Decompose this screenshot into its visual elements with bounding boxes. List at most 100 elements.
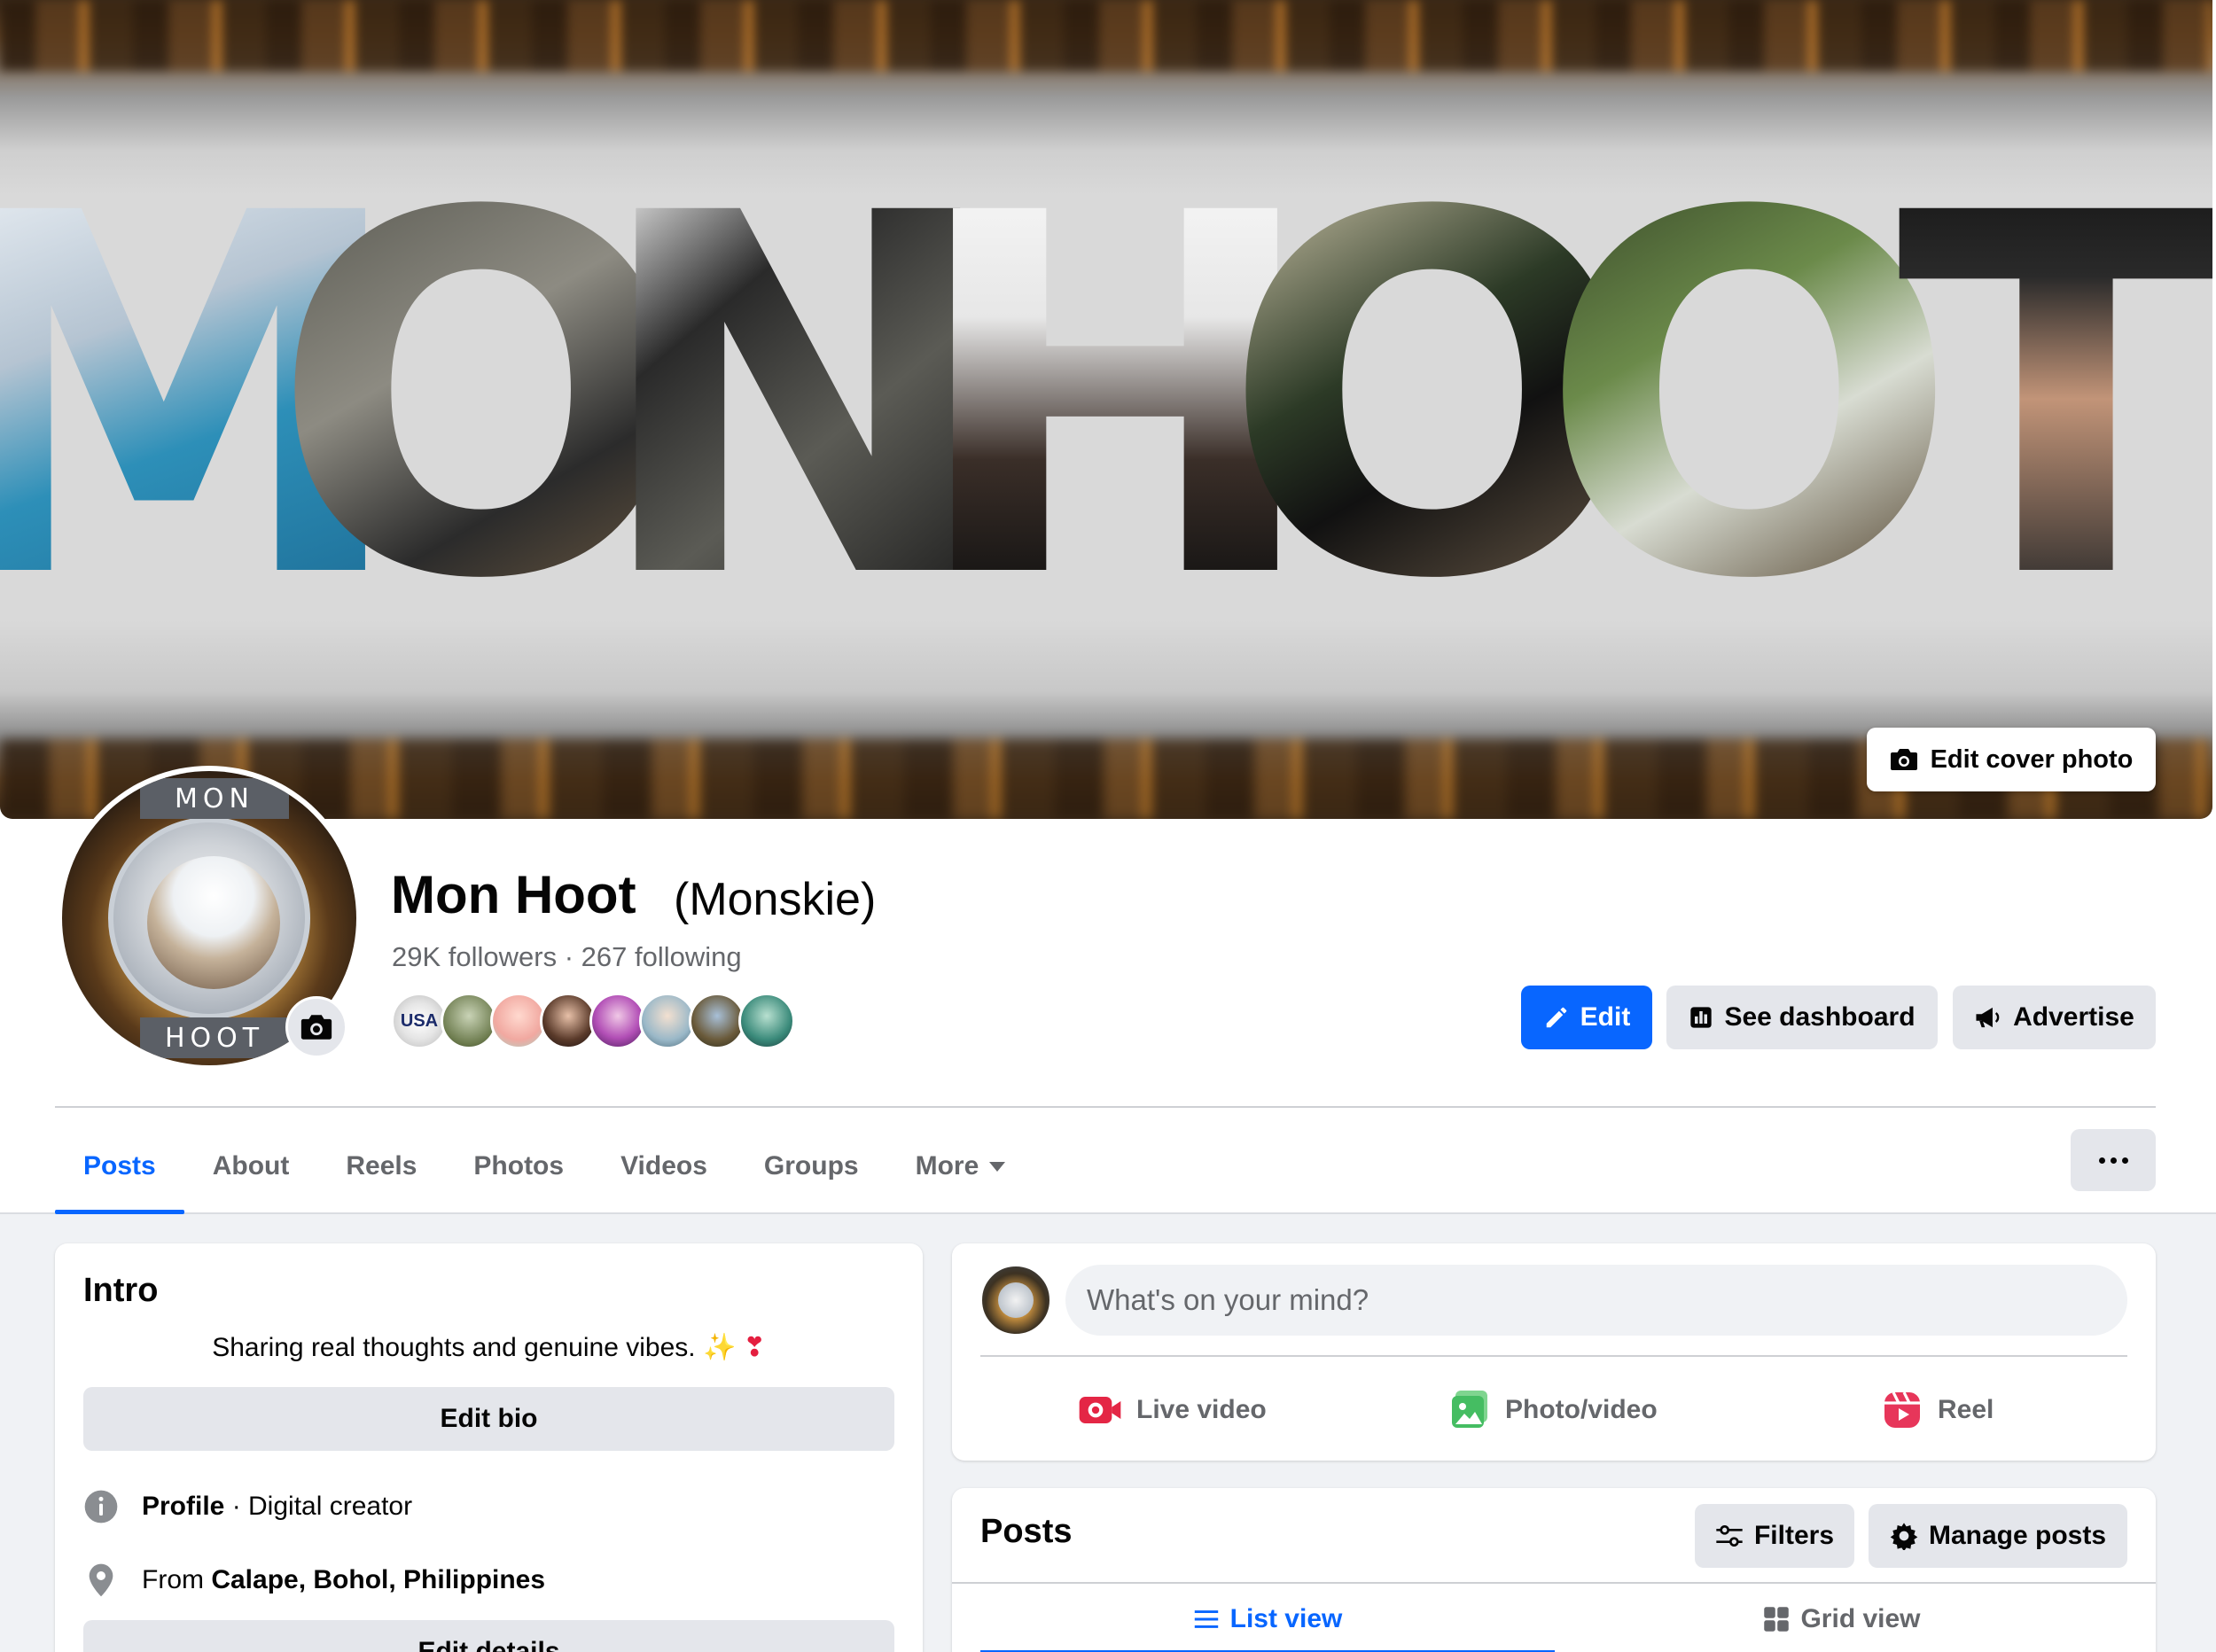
ellipsis-icon	[2121, 1157, 2128, 1164]
avatar-portrait	[147, 856, 280, 989]
cover-burn-edge-top	[0, 0, 2212, 71]
megaphone-icon	[1976, 1007, 2000, 1028]
see-dashboard-button[interactable]: See dashboard	[1666, 986, 1938, 1049]
intro-from-place[interactable]: Calape, Bohol, Philippines	[211, 1565, 545, 1594]
info-icon	[84, 1490, 118, 1523]
reel-icon	[1884, 1391, 1920, 1428]
follower-stats[interactable]: 29K followers · 267 following	[392, 939, 742, 975]
intro-profile-text: Profile · Digital creator	[142, 1492, 412, 1522]
tab-label: About	[212, 1151, 290, 1181]
avatar-band-top: MON	[140, 778, 289, 819]
live-video-button[interactable]: Live video	[1078, 1382, 1267, 1438]
photo-video-button[interactable]: Photo/video	[1448, 1382, 1658, 1438]
posts-card: Posts Filters Manage posts List view Gri…	[952, 1488, 2156, 1652]
list-icon	[1194, 1610, 1218, 1628]
tab-reels[interactable]: Reels	[317, 1118, 445, 1214]
profile-header: M O N H O O T Edit cover photo MON HOOT …	[0, 0, 2216, 1214]
filters-label: Filters	[1753, 1521, 1835, 1550]
gear-icon	[1890, 1523, 1918, 1550]
profile-tabs: Posts About Reels Photos Videos Groups M…	[55, 1118, 1034, 1214]
profile-more-options-button[interactable]	[2071, 1129, 2156, 1191]
edit-details-button[interactable]: Edit details	[83, 1620, 894, 1652]
manage-posts-label: Manage posts	[1928, 1521, 2107, 1550]
cover-letter: M	[0, 151, 411, 647]
cover-letter: O	[1221, 110, 1643, 688]
see-dashboard-label: See dashboard	[1724, 1002, 1916, 1032]
update-profile-picture-button[interactable]	[285, 996, 347, 1058]
edit-cover-photo-button[interactable]: Edit cover photo	[1867, 728, 2156, 791]
intro-profile-label: Profile	[142, 1492, 225, 1521]
ellipsis-icon	[2110, 1157, 2117, 1164]
grid-view-tab[interactable]: Grid view	[1555, 1584, 2129, 1652]
dashboard-icon	[1690, 1007, 1713, 1028]
camera-icon	[300, 1015, 332, 1040]
friend-avatar[interactable]	[738, 993, 795, 1049]
edit-details-label: Edit details	[417, 1637, 560, 1652]
grid-view-label: Grid view	[1800, 1604, 1921, 1633]
tab-label: Videos	[620, 1151, 707, 1181]
sparkles-emoji: ✨	[702, 1333, 737, 1362]
friend-avatar[interactable]	[540, 993, 597, 1049]
tab-videos[interactable]: Videos	[592, 1118, 736, 1214]
intro-bio: Sharing real thoughts and genuine vibes.…	[55, 1332, 923, 1363]
tab-label: Photos	[473, 1151, 565, 1181]
advertise-button[interactable]: Advertise	[1953, 986, 2156, 1049]
intro-profile-category: Profile · Digital creator	[83, 1484, 412, 1529]
friend-avatar[interactable]	[639, 993, 696, 1049]
cover-letter: T	[1897, 151, 2212, 647]
header-divider	[55, 1106, 2156, 1108]
heart-emoji: ❣	[743, 1333, 766, 1362]
intro-hometown: From Calape, Bohol, Philippines	[83, 1558, 545, 1602]
list-view-tab[interactable]: List view	[980, 1584, 1555, 1652]
friend-avatar[interactable]: USA	[391, 993, 448, 1049]
cover-title-collage: M O N H O O T	[0, 110, 2212, 688]
composer-divider	[980, 1355, 2127, 1357]
edit-profile-label: Edit	[1580, 1002, 1631, 1032]
reel-label: Reel	[1938, 1395, 1994, 1424]
tab-more[interactable]: More	[887, 1118, 1034, 1214]
cover-photo[interactable]: M O N H O O T Edit cover photo	[0, 0, 2212, 819]
photo-icon	[1452, 1391, 1487, 1428]
tab-label: More	[915, 1151, 979, 1181]
cover-letter: O	[269, 110, 692, 688]
pencil-icon	[1546, 1007, 1566, 1028]
tab-groups[interactable]: Groups	[736, 1118, 887, 1214]
list-view-label: List view	[1229, 1604, 1343, 1633]
caret-down-icon	[989, 1161, 1006, 1172]
whats-on-your-mind-input[interactable]: What's on your mind?	[1065, 1265, 2127, 1336]
post-composer-card: What's on your mind? Live video Photo/vi…	[952, 1243, 2156, 1461]
tab-label: Posts	[83, 1151, 156, 1181]
cover-letter: O	[1538, 110, 1960, 688]
live-video-icon	[1079, 1397, 1121, 1423]
tab-label: Groups	[763, 1151, 859, 1181]
composer-avatar[interactable]	[980, 1265, 1051, 1336]
tab-photos[interactable]: Photos	[445, 1118, 592, 1214]
cover-letter: H	[907, 110, 1323, 688]
intro-from-prefix: From	[142, 1565, 212, 1594]
posts-title: Posts	[980, 1513, 1073, 1550]
profile-alternate-name: (Monskie)	[674, 874, 877, 925]
tab-about[interactable]: About	[184, 1118, 318, 1214]
edit-bio-button[interactable]: Edit bio	[83, 1387, 894, 1451]
ellipsis-icon	[2098, 1157, 2105, 1164]
intro-card: Intro Sharing real thoughts and genuine …	[55, 1243, 923, 1652]
friend-avatar[interactable]	[689, 993, 745, 1049]
friend-avatar[interactable]	[490, 993, 547, 1049]
cover-letter: N	[589, 110, 1006, 688]
friend-avatar[interactable]	[589, 993, 646, 1049]
tab-label: Reels	[346, 1151, 417, 1181]
intro-from-text: From Calape, Bohol, Philippines	[142, 1565, 545, 1595]
friend-avatar[interactable]	[441, 993, 497, 1049]
intro-bio-text: Sharing real thoughts and genuine vibes.	[212, 1333, 696, 1362]
tab-posts[interactable]: Posts	[55, 1118, 184, 1214]
advertise-label: Advertise	[2013, 1002, 2134, 1032]
grid-icon	[1764, 1607, 1790, 1632]
reel-button[interactable]: Reel	[1881, 1382, 1994, 1438]
friends-avatar-row[interactable]: USA	[391, 993, 795, 1049]
manage-posts-button[interactable]: Manage posts	[1869, 1504, 2127, 1568]
edit-profile-button[interactable]: Edit	[1521, 986, 1652, 1049]
filters-button[interactable]: Filters	[1695, 1504, 1854, 1568]
intro-title: Intro	[83, 1272, 159, 1309]
edit-cover-photo-label: Edit cover photo	[1930, 744, 2134, 774]
live-video-label: Live video	[1136, 1395, 1267, 1424]
